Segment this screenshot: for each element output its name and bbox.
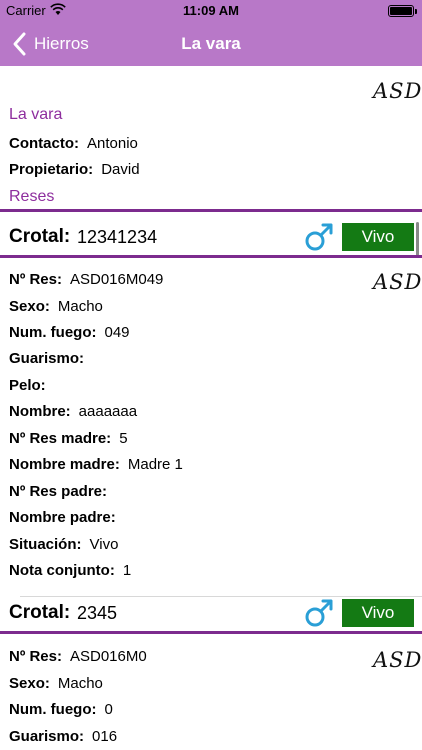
status-time: 11:09 AM xyxy=(183,3,239,18)
field-row: Nombre: aaaaaaa xyxy=(9,403,138,420)
status-button[interactable]: Vivo xyxy=(342,599,414,627)
status-bar: Carrier 11:09 AM xyxy=(0,0,422,22)
field-row: Guarismo: xyxy=(9,350,85,367)
hierro-name: La vara xyxy=(9,106,63,123)
male-icon xyxy=(305,223,333,251)
male-icon xyxy=(305,599,333,627)
field-row: Sexo: Macho xyxy=(9,675,103,692)
brand-logo: ASD xyxy=(373,648,422,672)
field-row: Nº Res madre: 5 xyxy=(9,430,128,447)
navigation-bar: Hierros La vara xyxy=(0,22,422,66)
propietario-row: Propietario: David xyxy=(9,161,140,178)
brand-logo: ASD xyxy=(373,79,422,103)
crotal-value: 12341234 xyxy=(77,227,158,247)
divider xyxy=(0,255,422,258)
page-title: La vara xyxy=(181,34,241,53)
crotal-value: 2345 xyxy=(77,603,118,623)
field-row: Nº Res: ASD016M049 xyxy=(9,271,164,288)
field-row: Sexo: Macho xyxy=(9,298,103,315)
brand-logo: ASD xyxy=(373,270,422,294)
crotal-row[interactable]: Crotal: 12341234 Vivo xyxy=(0,217,422,257)
divider xyxy=(0,209,422,212)
scroll-indicator[interactable] xyxy=(416,222,419,256)
field-row: Nombre padre: xyxy=(9,509,116,526)
field-row: Situación: Vivo xyxy=(9,536,119,553)
status-button[interactable]: Vivo xyxy=(342,223,414,251)
field-row: Nota conjunto: 1 xyxy=(9,562,132,579)
field-row: Nº Res padre: xyxy=(9,483,108,500)
battery-icon xyxy=(388,5,414,17)
crotal-row[interactable]: Crotal: 2345 Vivo xyxy=(0,593,422,633)
field-row: Nombre madre: Madre 1 xyxy=(9,456,183,473)
field-row: Num. fuego: 0 xyxy=(9,701,113,718)
field-row: Nº Res: ASD016M0 xyxy=(9,648,147,665)
contacto-row: Contacto: Antonio xyxy=(9,135,138,152)
reses-section-title: Reses xyxy=(9,188,55,205)
divider xyxy=(0,631,422,634)
field-row: Pelo: xyxy=(9,377,46,394)
field-row: Num. fuego: 049 xyxy=(9,324,130,341)
field-row: Guarismo: 016 xyxy=(9,728,118,745)
